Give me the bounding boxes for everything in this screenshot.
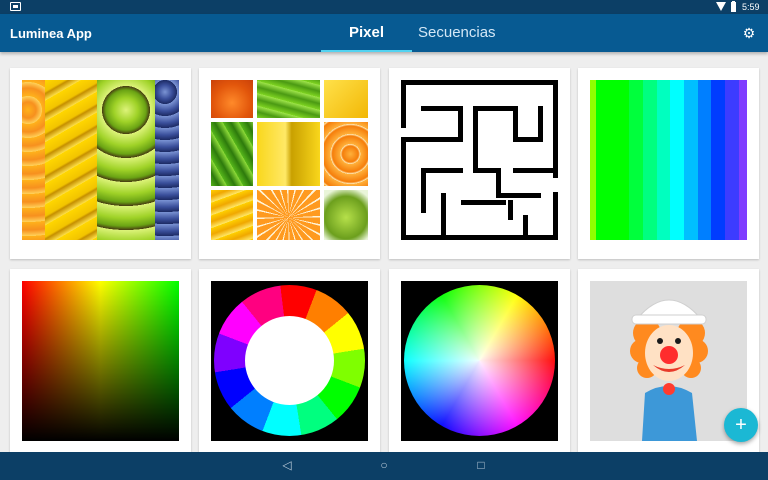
wheel-background xyxy=(401,281,558,441)
wifi-icon xyxy=(716,2,726,11)
banana-cell xyxy=(257,122,320,186)
beans-cell xyxy=(211,122,253,186)
card-fruits-vertical[interactable] xyxy=(10,68,191,259)
card-color-ring[interactable] xyxy=(199,269,380,459)
notification-icon xyxy=(10,2,21,11)
red-green-gradient-image xyxy=(22,281,179,441)
fruits-vertical-image xyxy=(22,80,179,240)
maze-image xyxy=(401,80,558,240)
navigation-bar: ◁ ○ □ xyxy=(0,452,768,480)
blueberries xyxy=(155,80,179,240)
card-color-stripes[interactable] xyxy=(578,68,759,259)
recents-icon[interactable]: □ xyxy=(474,458,488,472)
card-color-wheel[interactable] xyxy=(389,269,570,459)
app-title: Luminea App xyxy=(10,26,92,41)
battery-icon xyxy=(731,1,736,12)
maze-drawing xyxy=(401,80,558,240)
card-red-green-gradient[interactable] xyxy=(10,269,191,459)
ring-background xyxy=(211,281,368,441)
color-wheel xyxy=(404,285,555,436)
color-ring xyxy=(214,285,365,436)
clown-image xyxy=(590,281,747,441)
clown-drawing xyxy=(590,281,747,441)
orange-slices xyxy=(22,80,45,240)
plus-icon: + xyxy=(735,414,747,436)
color-stripes-image xyxy=(590,80,747,240)
pineapple-cell xyxy=(211,190,253,240)
orange-cut-cell xyxy=(257,190,320,240)
gradient xyxy=(22,281,179,441)
clown-illustration xyxy=(630,299,708,441)
bananas xyxy=(45,80,97,240)
card-maze[interactable] xyxy=(389,68,570,259)
fruits-collage-image xyxy=(211,80,368,240)
add-button[interactable]: + xyxy=(724,408,758,442)
status-time: 5:59 xyxy=(742,2,760,12)
back-icon[interactable]: ◁ xyxy=(280,458,294,472)
image-grid xyxy=(0,52,768,459)
tomato-cell xyxy=(324,190,368,240)
color-ring-image xyxy=(211,281,368,441)
lemon-cell xyxy=(324,80,368,118)
color-wheel-image xyxy=(401,281,558,441)
tab-pixel[interactable]: Pixel xyxy=(349,24,384,41)
card-fruits-collage[interactable] xyxy=(199,68,380,259)
tab-secuencias[interactable]: Secuencias xyxy=(418,24,496,41)
stripes xyxy=(590,80,747,240)
home-icon[interactable]: ○ xyxy=(377,458,391,472)
peas-cell xyxy=(257,80,320,118)
gear-icon[interactable]: ⚙ xyxy=(742,26,756,40)
app-bar: Luminea App Pixel Secuencias ⚙ xyxy=(0,14,768,52)
orange-cell xyxy=(211,80,253,118)
tangerine-cell xyxy=(324,122,368,186)
status-bar: 5:59 xyxy=(0,0,768,14)
kiwi-slices xyxy=(97,80,155,240)
